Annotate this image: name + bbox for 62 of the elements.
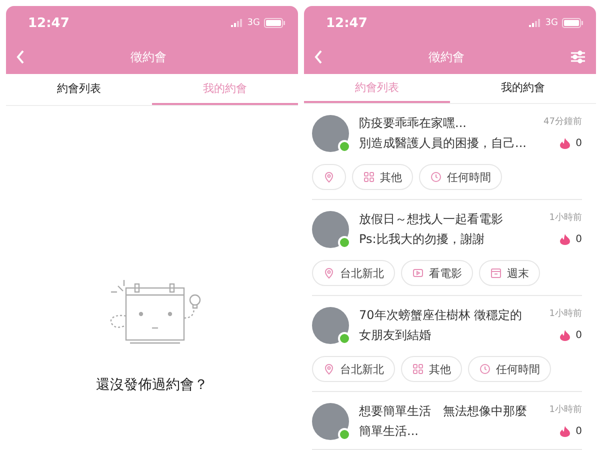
post-title: 防疫要乖乖在家嘿...: [359, 115, 468, 132]
avatar-placeholder: [312, 211, 349, 248]
post-time: 1小時前: [549, 404, 582, 416]
clock-icon: [430, 171, 442, 183]
play-icon: [412, 267, 424, 279]
network-label: 3G: [545, 18, 558, 28]
post-body: 女朋友到結婚: [359, 327, 432, 344]
flame-icon: [560, 234, 570, 245]
status-time: 12:47: [28, 16, 70, 30]
battery-icon: [562, 18, 584, 28]
post-title: 70年次螃蟹座住樹林 徵穩定的: [359, 307, 524, 324]
clock-icon: [479, 363, 491, 375]
flame-icon: [560, 426, 570, 437]
tag-chip[interactable]: [312, 164, 346, 190]
post-card[interactable]: 防疫要乖乖在家嘿... 別造成醫護人員的困擾，自己... 47分鐘前 0 其他 任何時間: [312, 104, 582, 200]
post-title: 放假日～想找人一起看電影: [359, 211, 504, 228]
flame-icon: [560, 330, 570, 341]
avatar-placeholder: [312, 307, 349, 344]
tag-chip[interactable]: 其他: [401, 356, 462, 382]
post-time: 1小時前: [549, 212, 582, 224]
battery-icon: [264, 18, 286, 28]
page-title: 徵約會: [130, 48, 168, 66]
tag-chip[interactable]: 其他: [352, 164, 413, 190]
post-time: 47分鐘前: [544, 116, 582, 128]
post-title: 想要簡單生活 無法想像中那麼: [359, 403, 528, 420]
tag-chip[interactable]: 台北新北: [312, 356, 395, 382]
tag-chip[interactable]: 台北新北: [312, 260, 395, 286]
like-count: 0: [576, 234, 582, 245]
post-time: 1小時前: [549, 308, 582, 320]
tag-chip[interactable]: 任何時間: [419, 164, 502, 190]
post-card[interactable]: 放假日～想找人一起看電影 Ps:比我大的勿擾，謝謝 1小時前 0 台北新北 看電影 週末: [312, 200, 582, 296]
back-icon[interactable]: [314, 50, 323, 64]
empty-message: 還沒發佈過約會？: [96, 376, 208, 394]
post-body: Ps:比我大的勿擾，謝謝: [359, 231, 486, 248]
post-body: 別造成醫護人員的困擾，自己...: [359, 135, 528, 152]
pin-icon: [323, 171, 335, 183]
calendar-icon: [490, 267, 502, 279]
signal-icon: [231, 19, 244, 27]
post-card[interactable]: 70年次螃蟹座住樹林 徵穩定的 女朋友到結婚 1小時前 0 台北新北 其他 任何時間: [312, 296, 582, 392]
pin-icon: [323, 363, 335, 375]
tab[interactable]: 我的約會: [450, 74, 596, 103]
pin-icon: [323, 267, 335, 279]
filter-icon[interactable]: [570, 50, 586, 64]
grid-icon: [363, 171, 375, 183]
page-title: 徵約會: [428, 48, 466, 66]
signal-icon: [529, 19, 542, 27]
grid-icon: [412, 363, 424, 375]
tag-chip[interactable]: 週末: [479, 260, 540, 286]
status-time: 12:47: [326, 16, 368, 30]
tab[interactable]: 約會列表: [6, 74, 152, 105]
flame-icon: [560, 138, 570, 149]
like-count: 0: [576, 426, 582, 437]
tag-chip[interactable]: 看電影: [401, 260, 473, 286]
tag-chip[interactable]: 任何時間: [468, 356, 551, 382]
avatar-placeholder: [312, 115, 349, 152]
network-label: 3G: [247, 18, 260, 28]
post-card[interactable]: 想要簡單生活 無法想像中那麼 簡單生活... 1小時前 0: [312, 392, 582, 450]
post-body: 簡單生活...: [359, 423, 420, 440]
back-icon[interactable]: [16, 50, 25, 64]
avatar-placeholder: [312, 403, 349, 440]
like-count: 0: [576, 330, 582, 341]
like-count: 0: [576, 138, 582, 149]
